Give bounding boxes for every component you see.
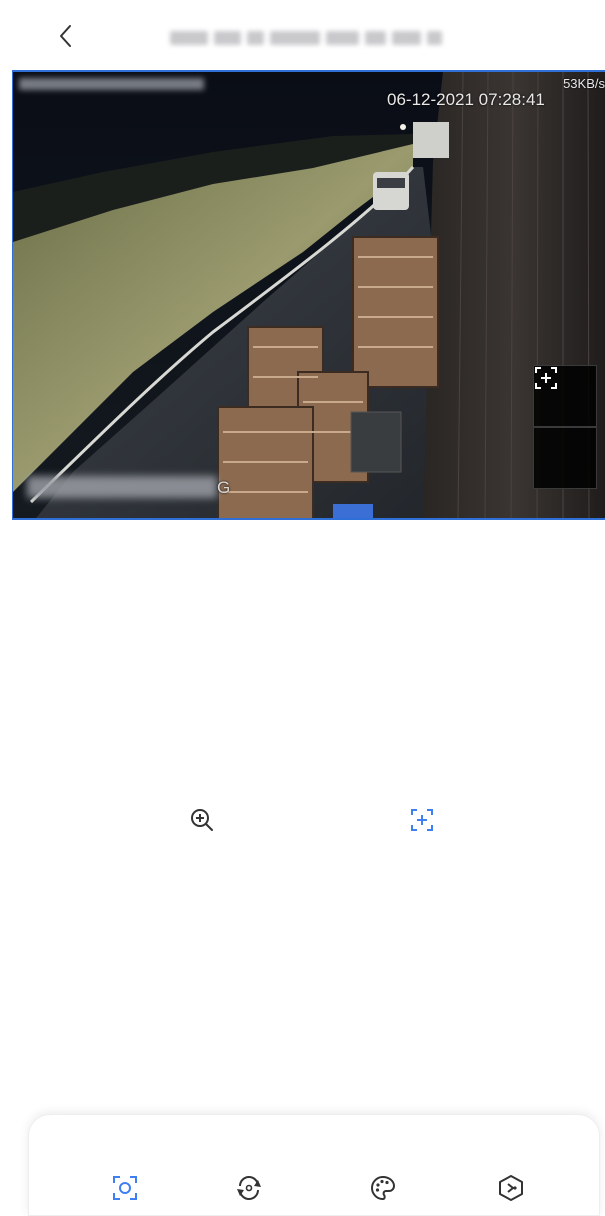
ptz-icon (499, 1175, 523, 1201)
back-button[interactable] (48, 18, 84, 54)
camera-scene (13, 72, 605, 518)
rotate-icon (237, 1176, 261, 1200)
osd-channel-label (19, 78, 204, 90)
bitrate-readout: 53KB/s (563, 76, 605, 91)
zoom-out-button[interactable] (533, 367, 597, 489)
page-title (170, 26, 448, 50)
live-video-view[interactable]: 53KB/s 06-12-2021 07:28:41 G (12, 70, 605, 520)
zoom-controls (533, 365, 597, 489)
osd-location-label (27, 476, 217, 498)
region-zoom-button[interactable] (405, 803, 439, 837)
snapshot-icon (113, 1176, 137, 1200)
osd-location-suffix: G (217, 478, 231, 497)
video-timestamp: 06-12-2021 07:28:41 (387, 90, 545, 109)
zoom-in-icon (191, 809, 213, 831)
bottom-toolbar (28, 1114, 600, 1216)
frame-minus-icon (535, 367, 557, 389)
digital-zoom-button[interactable] (185, 803, 219, 837)
frame-plus-icon (411, 809, 433, 831)
palette-icon (371, 1175, 396, 1201)
top-header (0, 0, 605, 70)
chevron-left-icon (60, 25, 71, 47)
